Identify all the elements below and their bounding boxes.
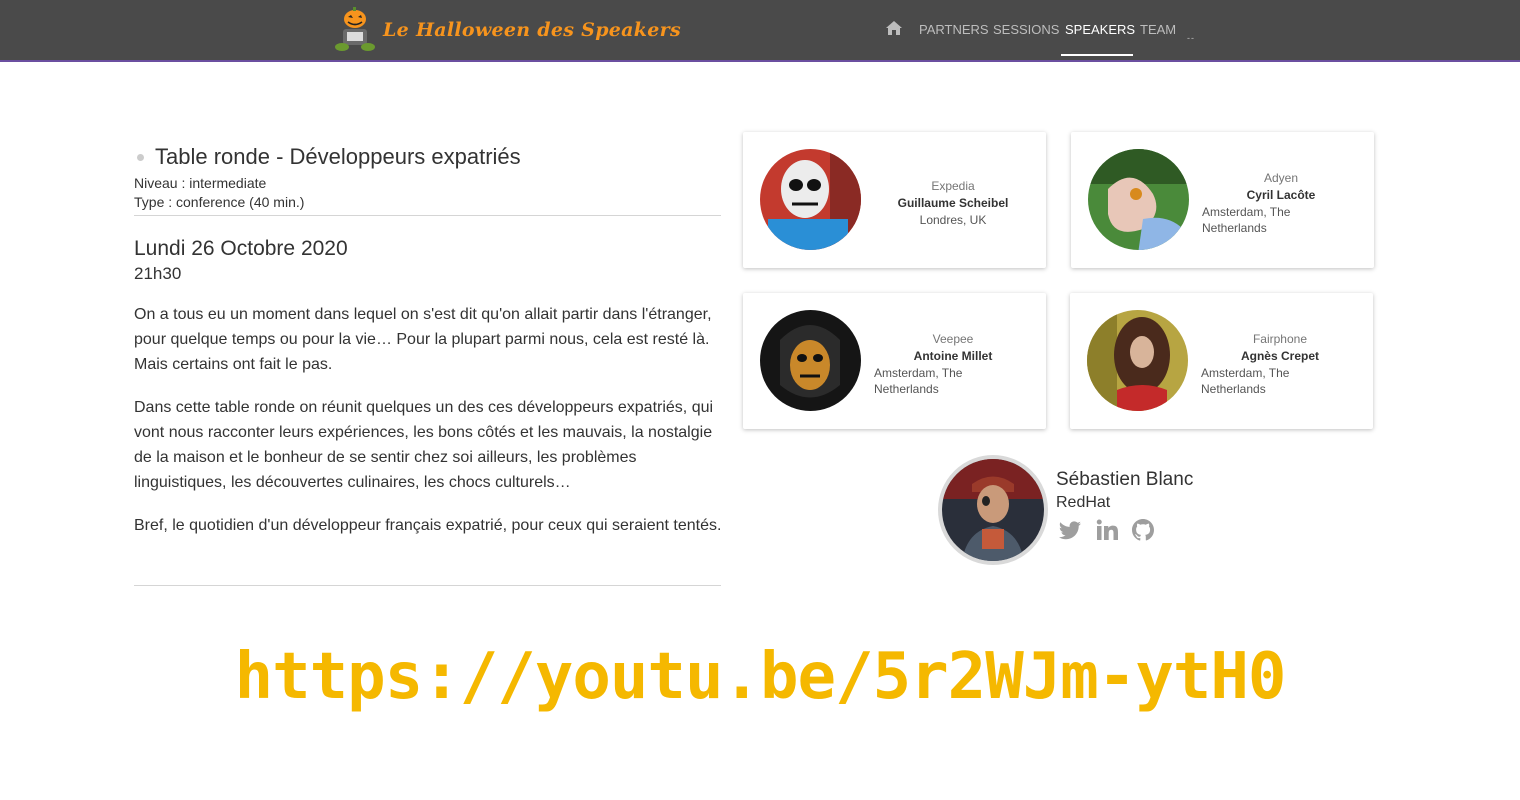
brand[interactable]: Le Halloween des Speakers bbox=[330, 4, 681, 56]
speaker-name[interactable]: Cyril Lacôte bbox=[1201, 187, 1361, 203]
session-description-1: On a tous eu un moment dans lequel on s'… bbox=[134, 306, 712, 373]
twitter-icon[interactable] bbox=[1057, 518, 1083, 542]
nav-more-toggle[interactable]: -- bbox=[1187, 33, 1195, 43]
nav-partners[interactable]: PARTNERS bbox=[919, 22, 989, 37]
avatar bbox=[760, 310, 861, 411]
avatar bbox=[1087, 310, 1188, 411]
speaker-company: Adyen bbox=[1263, 171, 1299, 185]
speaker-name[interactable]: Antoine Millet bbox=[873, 348, 1033, 364]
speaker-company: Expedia bbox=[931, 179, 975, 193]
featured-speaker-company: RedHat bbox=[1056, 494, 1111, 511]
session-date: Lundi 26 Octobre 2020 bbox=[134, 237, 348, 260]
speaker-card[interactable]: Fairphone Agnès Crepet Amsterdam, The Ne… bbox=[1070, 293, 1373, 429]
github-icon[interactable] bbox=[1130, 518, 1156, 542]
brand-name: Le Halloween des Speakers bbox=[383, 19, 681, 41]
speaker-location: Amsterdam, The Netherlands bbox=[874, 366, 963, 396]
nav-team[interactable]: TEAM bbox=[1140, 22, 1176, 37]
speaker-company: Veepee bbox=[932, 332, 974, 346]
speaker-info: Fairphone Agnès Crepet Amsterdam, The Ne… bbox=[1200, 331, 1360, 397]
home-icon[interactable] bbox=[885, 20, 903, 36]
featured-speaker-name: Sébastien Blanc bbox=[1056, 469, 1194, 490]
speaker-location: Amsterdam, The Netherlands bbox=[1202, 205, 1291, 235]
speaker-info: Expedia Guillaume Scheibel Londres, UK bbox=[873, 178, 1033, 228]
speaker-card[interactable]: Adyen Cyril Lacôte Amsterdam, The Nether… bbox=[1071, 132, 1374, 268]
avatar bbox=[760, 149, 861, 250]
session-time: 21h30 bbox=[134, 264, 182, 283]
session-title-row: Table ronde - Développeurs expatriés bbox=[134, 144, 521, 170]
nav-speakers[interactable]: SPEAKERS bbox=[1065, 22, 1135, 37]
session-type: Type : conference (40 min.) bbox=[134, 194, 305, 210]
divider bbox=[134, 585, 721, 586]
speaker-company: Fairphone bbox=[1252, 332, 1308, 346]
speaker-info: Veepee Antoine Millet Amsterdam, The Net… bbox=[873, 331, 1033, 397]
speaker-location: Amsterdam, The Netherlands bbox=[1201, 366, 1290, 396]
session-level: Niveau : intermediate bbox=[134, 175, 267, 191]
bullet-icon bbox=[137, 153, 144, 161]
speaker-info: Adyen Cyril Lacôte Amsterdam, The Nether… bbox=[1201, 170, 1361, 236]
navbar: Le Halloween des Speakers PARTNERS SESSI… bbox=[0, 0, 1520, 62]
session-description-3: Bref, le quotidien d'un développeur fran… bbox=[134, 517, 722, 534]
speaker-card[interactable]: Expedia Guillaume Scheibel Londres, UK bbox=[743, 132, 1046, 268]
linkedin-icon[interactable] bbox=[1094, 518, 1120, 542]
avatar bbox=[1088, 149, 1189, 250]
session-title: Table ronde - Développeurs expatriés bbox=[155, 144, 521, 169]
speaker-name[interactable]: Agnès Crepet bbox=[1200, 348, 1360, 364]
speaker-card[interactable]: Veepee Antoine Millet Amsterdam, The Net… bbox=[743, 293, 1046, 429]
nav-active-indicator bbox=[1061, 54, 1133, 56]
nav-sessions[interactable]: SESSIONS bbox=[993, 22, 1059, 37]
divider bbox=[134, 215, 721, 216]
video-url-banner: https://youtu.be/5r2WJm-ytH0 bbox=[234, 640, 1287, 714]
speaker-name[interactable]: Guillaume Scheibel bbox=[873, 195, 1033, 211]
session-description-2: Dans cette table ronde on réunit quelque… bbox=[134, 399, 714, 491]
pumpkin-logo-icon bbox=[335, 7, 375, 51]
featured-speaker-avatar bbox=[938, 455, 1048, 565]
speaker-location: Londres, UK bbox=[919, 213, 987, 227]
